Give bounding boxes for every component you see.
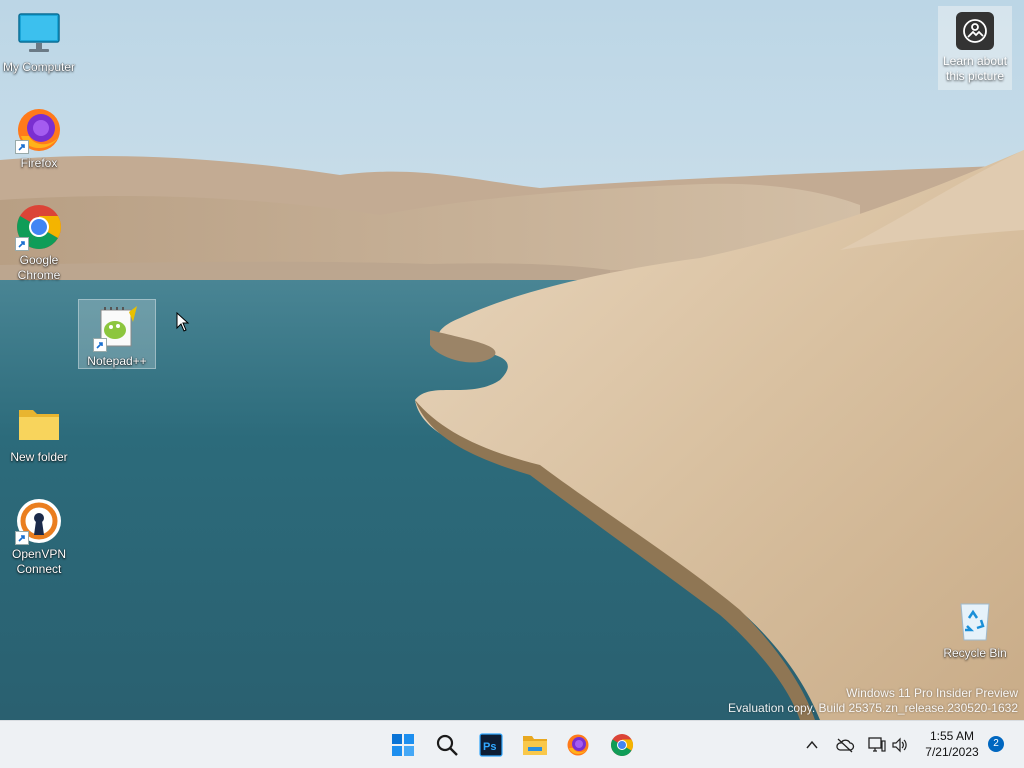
desktop-icon-notepad-plus-plus[interactable]: Notepad++ — [78, 299, 156, 369]
desktop-icon-label: Firefox — [20, 156, 58, 170]
clock-date: 7/21/2023 — [925, 745, 979, 759]
photoshop-icon: Ps — [479, 733, 503, 757]
folder-icon — [15, 400, 63, 448]
recycle-bin-icon — [951, 596, 999, 644]
desktop-icon-openvpn-connect[interactable]: OpenVPN Connect — [1, 497, 77, 577]
firefox-icon — [15, 106, 63, 154]
start-icon — [392, 734, 414, 756]
file-explorer-button[interactable] — [517, 727, 553, 763]
desktop-icon-label: Notepad++ — [87, 354, 147, 368]
search-icon — [436, 734, 458, 756]
watermark-line1: Windows 11 Pro Insider Preview — [846, 686, 1018, 700]
desktop-icon-google-chrome[interactable]: Google Chrome — [1, 203, 77, 283]
shortcut-arrow-icon — [93, 338, 107, 352]
shortcut-arrow-icon — [15, 140, 29, 154]
search-button[interactable] — [429, 727, 465, 763]
firefox-icon — [567, 734, 589, 756]
network-icon — [868, 737, 886, 752]
desktop-icon-label: Google Chrome — [17, 253, 61, 282]
desktop[interactable]: My Computer Firefox Google Chrome Notepa… — [0, 0, 1024, 720]
openvpn-icon — [15, 497, 63, 545]
volume-icon — [892, 737, 907, 753]
notification-badge[interactable]: 2 — [988, 736, 1004, 752]
network-button[interactable] — [865, 733, 889, 757]
learn-about-this-picture[interactable]: Learn about this picture — [938, 6, 1012, 90]
desktop-icon-my-computer[interactable]: My Computer — [1, 10, 77, 75]
volume-button[interactable] — [888, 733, 912, 757]
learn-label-line2: this picture — [945, 69, 1005, 83]
clock[interactable]: 1:55 AM 7/21/2023 — [916, 728, 988, 760]
desktop-icon-label: Recycle Bin — [943, 646, 1007, 660]
desktop-icon-recycle-bin[interactable]: Recycle Bin — [937, 596, 1013, 661]
onedrive-status-button[interactable] — [833, 733, 857, 757]
desktop-icon-label: OpenVPN Connect — [11, 547, 67, 576]
watermark-line2: Evaluation copy. Build 25375.zn_release.… — [728, 701, 1018, 715]
file-explorer-icon — [523, 736, 547, 755]
monitor-icon — [15, 10, 63, 58]
chrome-taskbar-button[interactable] — [604, 727, 640, 763]
clock-time: 1:55 AM — [929, 729, 975, 743]
shortcut-arrow-icon — [15, 531, 29, 545]
camera-icon — [956, 12, 994, 50]
start-button[interactable] — [385, 727, 421, 763]
desktop-icon-new-folder[interactable]: New folder — [1, 400, 77, 465]
show-hidden-icons-button[interactable] — [800, 733, 824, 757]
notepad-plus-plus-icon — [93, 304, 141, 352]
svg-text:Ps: Ps — [483, 741, 496, 753]
chrome-icon — [15, 203, 63, 251]
photoshop-button[interactable]: Ps — [473, 727, 509, 763]
desktop-icon-label: New folder — [10, 450, 68, 464]
chevron-up-icon — [806, 740, 818, 749]
firefox-taskbar-button[interactable] — [560, 727, 596, 763]
taskbar: Ps 1:55 AM 7/21/2023 2 — [0, 720, 1024, 768]
mouse-cursor-icon — [176, 311, 190, 337]
learn-label-line1: Learn about — [942, 54, 1008, 68]
cloud-off-icon — [836, 738, 855, 753]
desktop-icon-firefox[interactable]: Firefox — [1, 106, 77, 171]
chrome-icon — [611, 734, 633, 756]
desktop-icon-label: My Computer — [2, 60, 76, 74]
build-watermark: Windows 11 Pro Insider Preview Evaluatio… — [728, 686, 1018, 716]
shortcut-arrow-icon — [15, 237, 29, 251]
